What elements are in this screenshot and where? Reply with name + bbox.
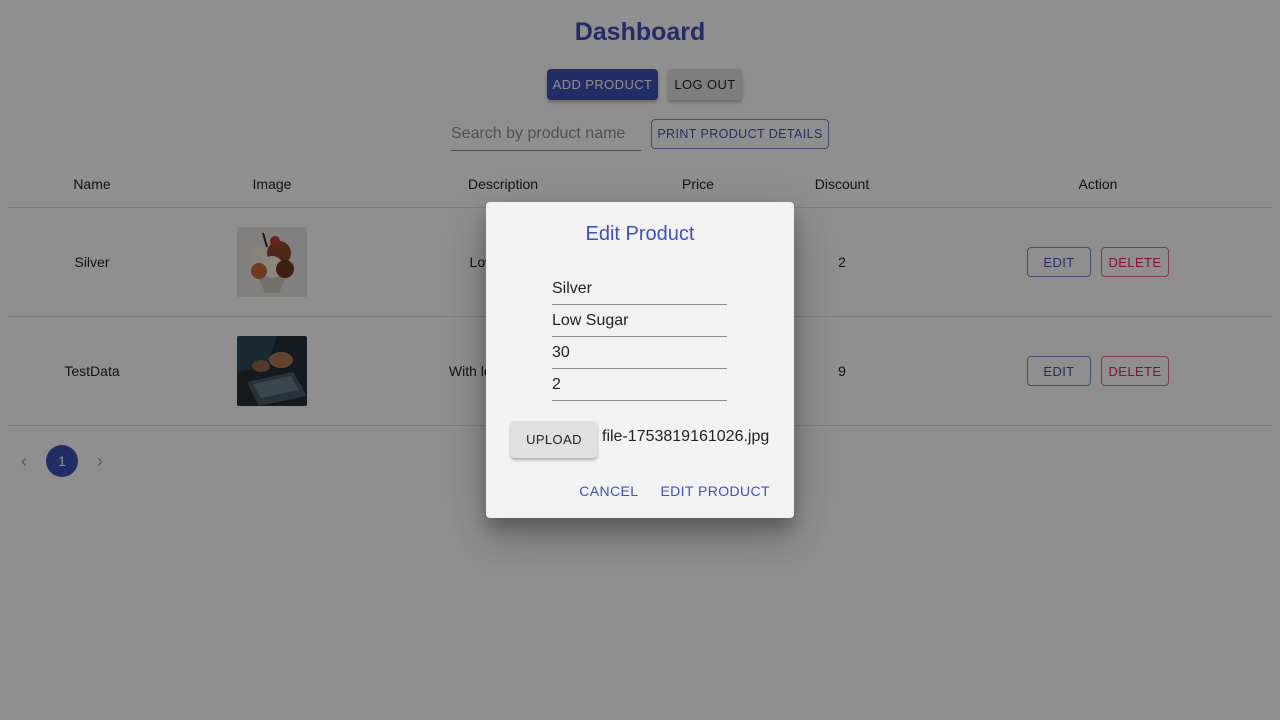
product-name-input[interactable] xyxy=(552,274,727,304)
product-name-field xyxy=(552,274,727,305)
uploaded-file-name: file-1753819161026.jpg xyxy=(602,428,770,445)
dialog-title: Edit Product xyxy=(585,223,695,245)
edit-product-dialog: Edit Product UPLOAD file-1753819161026.j… xyxy=(486,202,794,518)
product-description-input[interactable] xyxy=(552,306,727,336)
dialog-actions: CANCEL EDIT PRODUCT xyxy=(571,480,778,502)
product-discount-field xyxy=(552,370,727,401)
upload-button[interactable]: UPLOAD xyxy=(511,421,597,458)
dashboard-page: Dashboard ADD PRODUCT LOG OUT PRINT PROD… xyxy=(0,0,1280,720)
edit-product-submit-button[interactable]: EDIT PRODUCT xyxy=(652,480,778,502)
product-price-field xyxy=(552,338,727,369)
product-price-input[interactable] xyxy=(552,338,727,368)
cancel-button[interactable]: CANCEL xyxy=(571,480,646,502)
product-discount-input[interactable] xyxy=(552,370,727,400)
product-description-field xyxy=(552,306,727,337)
